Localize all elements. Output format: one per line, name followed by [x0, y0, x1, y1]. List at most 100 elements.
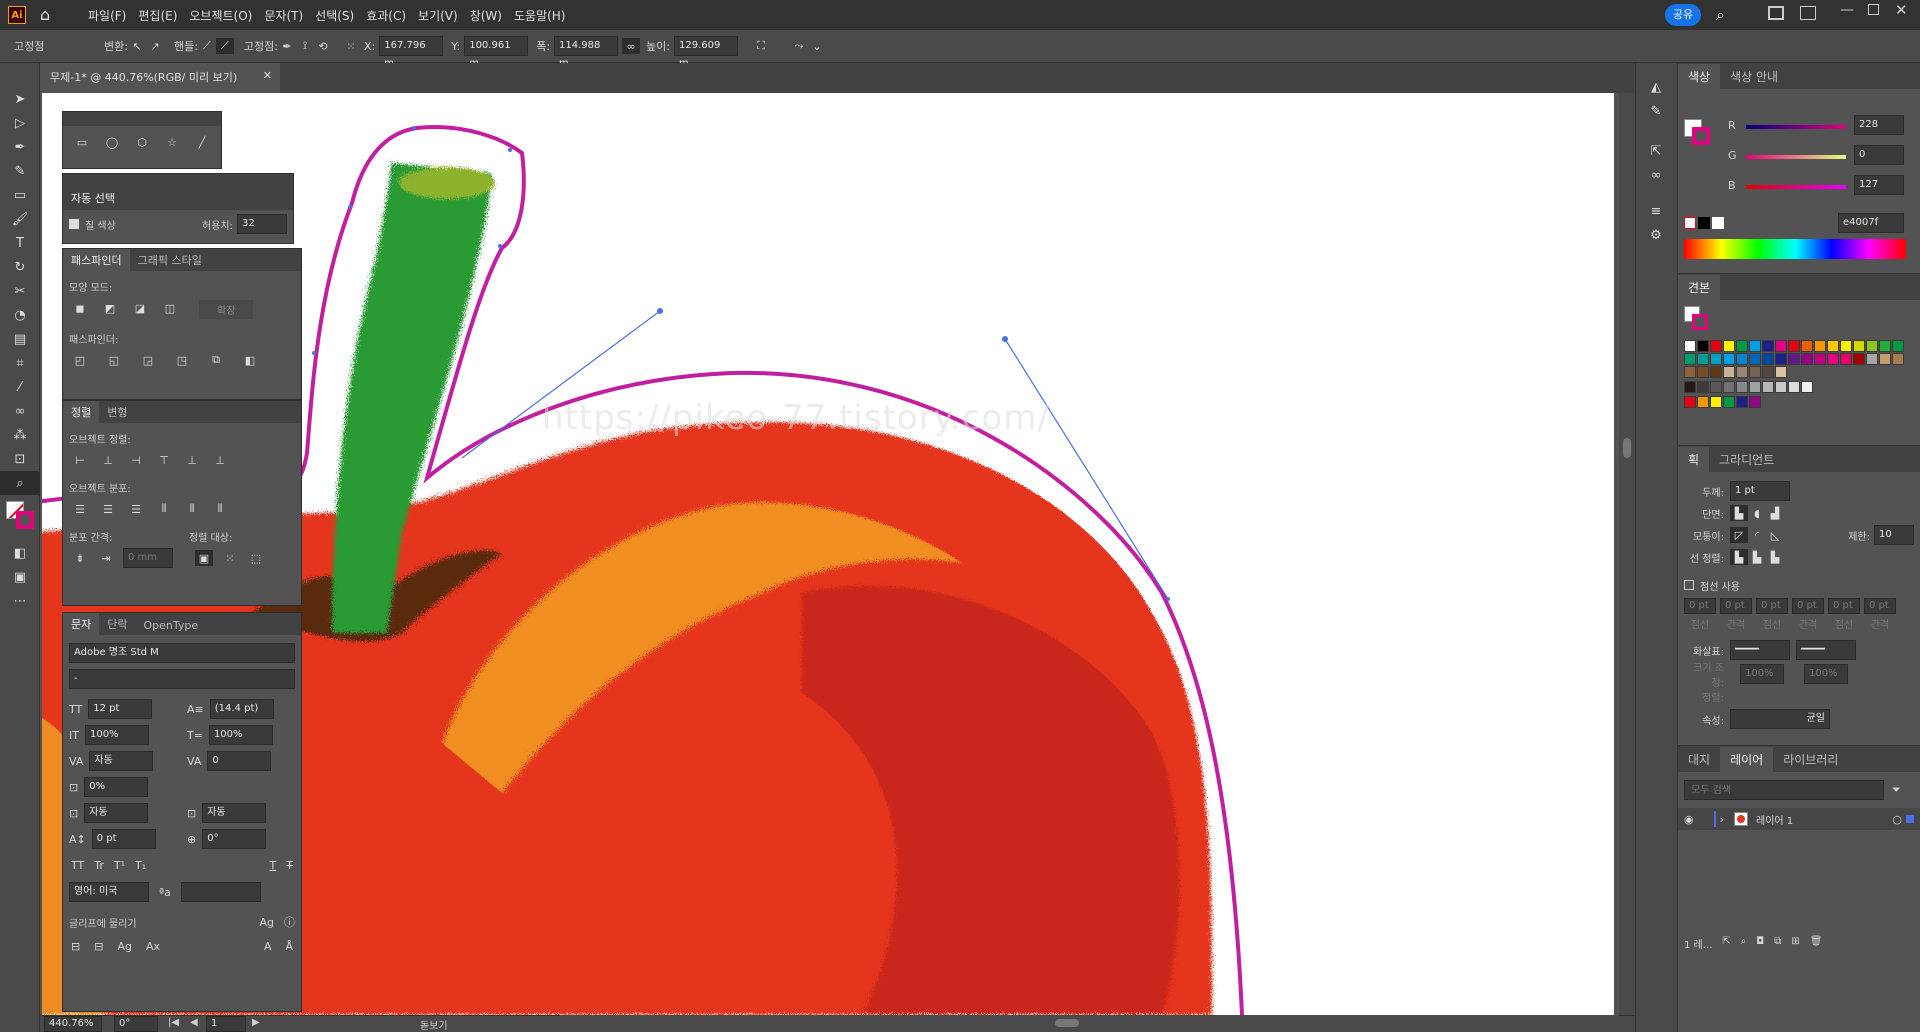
color-swatch[interactable] — [1736, 353, 1748, 365]
color-swatch[interactable] — [1697, 381, 1709, 393]
align-to-artboard-icon[interactable]: ⬚ — [247, 550, 265, 566]
tab-paragraph[interactable]: 단락 — [99, 613, 135, 635]
color-swatch[interactable] — [1684, 366, 1696, 378]
next-artboard-icon[interactable]: ▶ — [252, 1017, 260, 1028]
close-button[interactable]: ✕ — [1895, 1, 1908, 19]
align-to-selection-icon[interactable]: ▣ — [195, 550, 213, 566]
color-guide-icon[interactable]: ◭ — [1636, 75, 1676, 99]
color-swatch[interactable] — [1762, 366, 1774, 378]
g-field[interactable]: 0 — [1854, 145, 1904, 165]
color-swatch[interactable] — [1736, 340, 1748, 352]
color-swatch[interactable] — [1697, 396, 1709, 408]
color-swatch[interactable] — [1801, 381, 1813, 393]
color-swatch[interactable] — [1736, 396, 1748, 408]
color-swatch[interactable] — [1697, 353, 1709, 365]
tab-character[interactable]: 문자 — [63, 613, 100, 635]
dashed-checkbox[interactable] — [1684, 580, 1694, 590]
dash-field-3[interactable]: 0 pt — [1828, 598, 1860, 614]
color-swatch[interactable] — [1775, 381, 1787, 393]
symbol-sprayer-icon[interactable]: ⁂ — [0, 423, 40, 447]
color-swatch[interactable] — [1749, 381, 1761, 393]
stroke-weight-field[interactable]: 1 pt — [1730, 481, 1790, 501]
color-swatch[interactable] — [1749, 353, 1761, 365]
dash-field-1[interactable]: 0 pt — [1684, 598, 1716, 614]
baseline-shift-field[interactable]: 0 pt — [91, 829, 156, 849]
distribute-hcenter-icon[interactable]: ⫴ — [183, 501, 201, 517]
miter-join-icon[interactable]: ◸ — [1730, 527, 1748, 543]
layer-name[interactable]: 레이어 1 — [1756, 812, 1793, 827]
color-swatch[interactable] — [1736, 366, 1748, 378]
collect-export-icon[interactable]: ⇱ — [1722, 936, 1730, 951]
r-field[interactable]: 228 — [1854, 115, 1904, 135]
color-swatch[interactable] — [1736, 381, 1748, 393]
superscript-icon[interactable]: T¹ — [114, 859, 125, 872]
new-layer-icon[interactable]: ⊞ — [1791, 936, 1799, 951]
white-swatch[interactable] — [1712, 217, 1724, 229]
align-bottom-icon[interactable]: ⊥ — [211, 452, 229, 468]
color-swatch[interactable] — [1788, 353, 1800, 365]
isolate-icon[interactable]: ⤳ — [790, 38, 808, 54]
home-icon[interactable]: ⌂ — [40, 6, 58, 24]
distribute-left-icon[interactable]: ⫴ — [155, 501, 173, 517]
bevel-join-icon[interactable]: ◺ — [1766, 527, 1784, 543]
rotate-tool-icon[interactable]: ↻ — [0, 255, 40, 279]
color-swatch[interactable] — [1801, 340, 1813, 352]
trim-icon[interactable]: ◱ — [105, 352, 123, 368]
color-swatch[interactable] — [1710, 340, 1722, 352]
fill-stroke-widget[interactable] — [0, 495, 39, 541]
tab-artboards[interactable]: 대지 — [1678, 747, 1720, 772]
chevron-down-icon[interactable]: ⌄ — [808, 38, 826, 54]
restore-button[interactable] — [1868, 4, 1879, 15]
color-swatch[interactable] — [1723, 340, 1735, 352]
intersect-icon[interactable]: ◪ — [131, 300, 149, 316]
color-swatch[interactable] — [1684, 340, 1696, 352]
color-swatch[interactable] — [1762, 381, 1774, 393]
round-join-icon[interactable]: ◜ — [1748, 527, 1766, 543]
kerning-field[interactable]: 자동 — [89, 751, 154, 771]
distribute-top-icon[interactable]: ☰ — [71, 501, 89, 517]
color-swatch[interactable] — [1866, 340, 1878, 352]
delete-layer-icon[interactable]: 🗑 — [1810, 936, 1823, 951]
clipping-mask-icon[interactable]: ◘ — [1756, 936, 1764, 951]
spacing-field[interactable]: 0 mm — [123, 548, 173, 568]
search-icon[interactable]: ⌕ — [1716, 5, 1725, 25]
antialias-select[interactable] — [180, 882, 261, 902]
vertical-scrollbar[interactable] — [1619, 93, 1635, 1015]
w-field[interactable]: 114.988 m — [554, 36, 619, 69]
menu-type[interactable]: 문자(T) — [258, 7, 309, 24]
connect-path-icon[interactable]: ⟲ — [314, 38, 332, 54]
align-top-icon[interactable]: ⊤ — [155, 452, 173, 468]
menu-file[interactable]: 파일(F) — [82, 7, 132, 24]
tab-opentype[interactable]: OpenType — [136, 616, 207, 635]
x-field[interactable]: 167.796 m — [379, 36, 444, 69]
minimize-button[interactable]: — — [1840, 2, 1854, 18]
line-shape-icon[interactable]: ╱ — [193, 134, 211, 150]
color-swatch[interactable] — [1723, 381, 1735, 393]
close-tab-icon[interactable]: ✕ — [263, 69, 272, 82]
color-swatch[interactable] — [1749, 366, 1761, 378]
snap-baseline-icon[interactable]: ⊟ — [71, 940, 80, 953]
color-swatch[interactable] — [1775, 366, 1787, 378]
reference-point-icon[interactable]: ⁙ — [342, 38, 360, 54]
color-swatch[interactable] — [1723, 353, 1735, 365]
transform-icon[interactable]: ⛶ — [752, 38, 770, 54]
vertical-scale-field[interactable]: 100% — [84, 725, 149, 745]
arrow-scale-end[interactable]: 100% — [1804, 664, 1848, 684]
arrow-end-select[interactable]: ━━━━ — [1796, 640, 1856, 660]
color-swatch[interactable] — [1840, 353, 1852, 365]
locate-object-icon[interactable]: ⌕ — [1741, 936, 1747, 951]
brushes-icon[interactable]: ✎ — [1636, 99, 1676, 123]
show-handles-icon[interactable]: ⟋ — [198, 38, 216, 54]
tab-graphic-styles[interactable]: 그래픽 스타일 — [130, 249, 210, 271]
char-rotation-field[interactable]: 0° — [202, 829, 267, 849]
black-swatch[interactable] — [1698, 217, 1710, 229]
color-swatch[interactable] — [1710, 381, 1722, 393]
color-swatch[interactable] — [1762, 353, 1774, 365]
screen-mode-icon[interactable]: ▣ — [0, 565, 40, 589]
align-stroke-outside-icon[interactable]: ▙ — [1766, 549, 1784, 565]
fill-color-checkbox[interactable] — [69, 219, 79, 229]
menu-help[interactable]: 도움말(H) — [508, 7, 572, 24]
color-swatch[interactable] — [1775, 353, 1787, 365]
color-swatch[interactable] — [1879, 353, 1891, 365]
color-swatch[interactable] — [1697, 366, 1709, 378]
